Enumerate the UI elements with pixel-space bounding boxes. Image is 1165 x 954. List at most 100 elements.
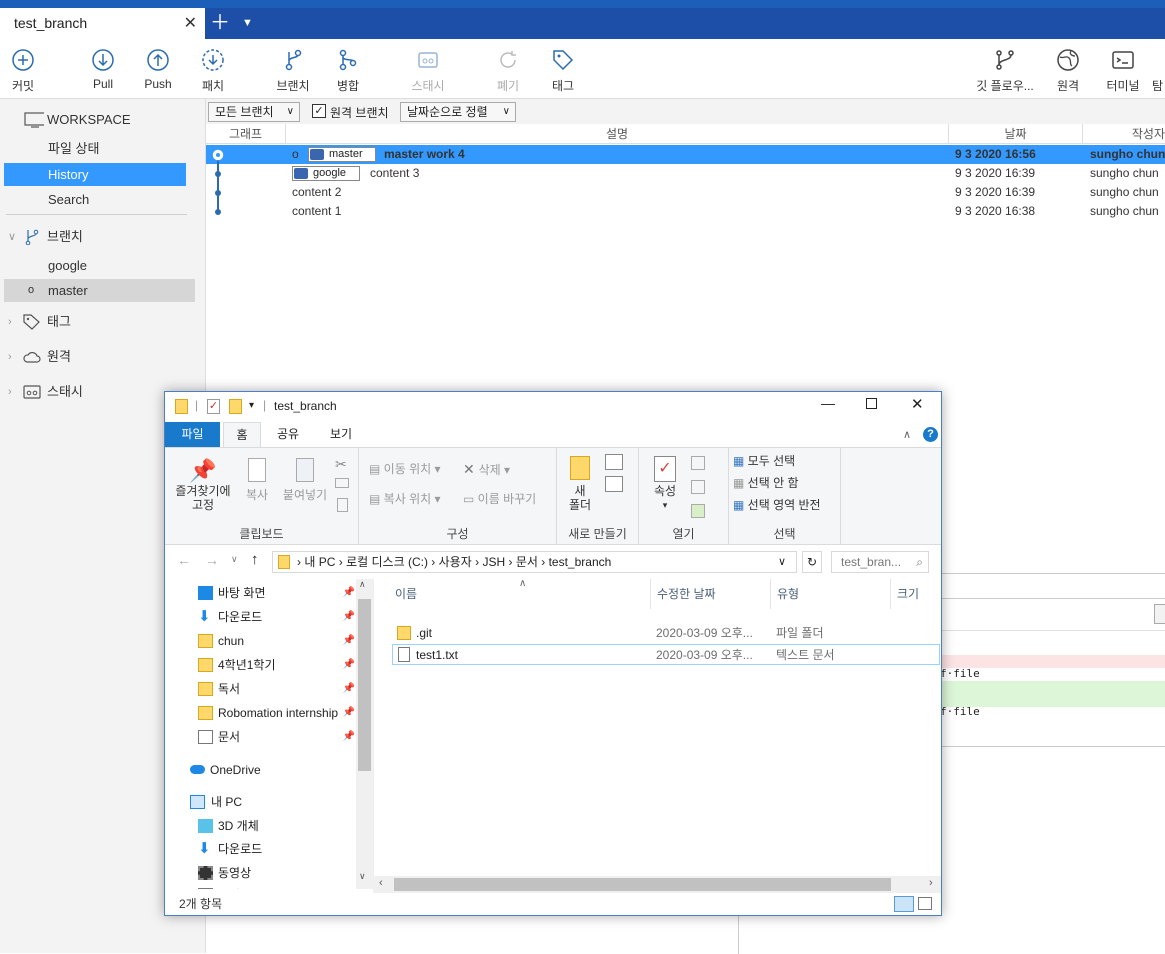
commit-button[interactable]: 커밋: [0, 39, 46, 99]
properties-quick-icon[interactable]: ✓: [207, 399, 220, 414]
navigation-scrollbar[interactable]: ∧ ∨: [356, 579, 373, 889]
patch-button[interactable]: 패치: [190, 39, 236, 99]
nav-item-videos[interactable]: 동영상: [165, 861, 357, 885]
large-icons-view-icon[interactable]: [918, 897, 932, 910]
explore-button[interactable]: 탐: [1152, 39, 1165, 99]
select-none-button[interactable]: ▦ 선택 안 함: [733, 474, 799, 492]
diff-options-button[interactable]: [1154, 604, 1165, 624]
pull-button[interactable]: Pull: [80, 39, 126, 99]
breadcrumb-item[interactable]: test_branch: [549, 555, 612, 569]
new-folder-quick-icon[interactable]: [229, 399, 242, 414]
breadcrumb-item[interactable]: JSH: [482, 555, 505, 569]
commit-row-google[interactable]: google content 3 9 3 2020 16:39 sungho c…: [206, 164, 1165, 183]
file-row[interactable]: test1.txt 2020-03-09 오후... 텍스트 문서: [392, 644, 940, 665]
file-row[interactable]: .git 2020-03-09 오후... 파일 폴더: [392, 623, 940, 644]
graph-column-header[interactable]: 그래프: [206, 124, 286, 144]
tab-dropdown-icon[interactable]: ▼: [242, 8, 253, 39]
maximize-button[interactable]: [866, 398, 877, 409]
author-column-header[interactable]: 작성자: [1083, 124, 1165, 144]
search-input[interactable]: test_bran... ⌕: [831, 551, 929, 573]
tab-share[interactable]: 공유: [268, 422, 308, 447]
sidebar-item-search[interactable]: Search: [4, 188, 186, 211]
scrollbar-thumb[interactable]: [394, 878, 891, 891]
nav-item-downloads[interactable]: ⬇ 다운로드 📌: [165, 605, 357, 629]
history-icon[interactable]: [691, 504, 705, 518]
nav-item-reading[interactable]: 독서 📌: [165, 677, 357, 701]
branch-label-master[interactable]: master: [308, 147, 376, 162]
nav-item-onedrive[interactable]: OneDrive: [165, 758, 357, 782]
name-column-header[interactable]: 이름 ∧: [389, 578, 651, 609]
easy-access-icon[interactable]: [605, 476, 623, 492]
move-to-button[interactable]: ▤ 이동 위치 ▾: [369, 460, 441, 478]
scroll-up-icon[interactable]: ∧: [359, 579, 366, 590]
discard-button[interactable]: 폐기: [485, 39, 531, 99]
nav-item-downloads-pc[interactable]: ⬇ 다운로드: [165, 837, 357, 861]
help-icon[interactable]: ?: [923, 427, 938, 442]
breadcrumb-item[interactable]: 로컬 디스크 (C:): [346, 555, 428, 569]
gitflow-button[interactable]: 깃 플로우...: [970, 39, 1040, 99]
tag-button[interactable]: 태그: [540, 39, 586, 99]
invert-selection-button[interactable]: ▦ 선택 영역 반전: [733, 496, 821, 514]
close-tab-icon[interactable]: ✕: [184, 8, 197, 39]
copy-to-button[interactable]: ▤ 복사 위치 ▾: [369, 490, 441, 508]
size-column-header[interactable]: 크기: [891, 579, 951, 609]
sidebar-item-branch-google[interactable]: google: [4, 254, 186, 277]
description-column-header[interactable]: 설명: [286, 124, 949, 144]
nav-item-this-pc[interactable]: 내 PC: [165, 790, 357, 814]
add-tab-icon[interactable]: ＋: [210, 8, 230, 39]
branch-label-google[interactable]: google: [292, 166, 360, 181]
pin-button[interactable]: 📌 즐겨찾기에 고정: [171, 458, 235, 512]
sort-dropdown[interactable]: 날짜순으로 정렬 ∨: [400, 102, 516, 122]
breadcrumb-item[interactable]: 내 PC: [304, 555, 335, 569]
branch-button[interactable]: 브랜치: [270, 39, 316, 99]
nav-item-documents[interactable]: 문서 📌: [165, 725, 357, 749]
new-folder-button[interactable]: 새 폴더: [563, 456, 597, 512]
address-dropdown-icon[interactable]: ∨: [778, 552, 786, 572]
remote-button[interactable]: 원격: [1045, 39, 1091, 99]
address-bar[interactable]: › 내 PC › 로컬 디스크 (C:) › 사용자 › JSH › 문서 › …: [272, 551, 797, 573]
remotes-header[interactable]: › 원격: [0, 344, 200, 370]
details-view-icon[interactable]: [894, 896, 914, 912]
paste-shortcut-icon[interactable]: [337, 498, 348, 512]
copy-path-icon[interactable]: [335, 478, 349, 488]
close-button[interactable]: ✕: [911, 395, 924, 413]
nav-item-chun[interactable]: chun 📌: [165, 629, 357, 653]
delete-button[interactable]: ✕ 삭제 ▾: [463, 460, 510, 479]
stash-button[interactable]: 스태시: [400, 39, 456, 99]
branch-filter-dropdown[interactable]: 모든 브랜치 ∨: [208, 102, 300, 122]
horizontal-scrollbar[interactable]: ‹ ›: [373, 876, 941, 893]
sidebar-item-history[interactable]: History: [4, 163, 186, 186]
type-column-header[interactable]: 유형: [771, 579, 891, 609]
breadcrumb-item[interactable]: 문서: [516, 555, 538, 569]
tab-home[interactable]: 홈: [223, 422, 261, 447]
quick-access-dropdown-icon[interactable]: ▾: [249, 400, 254, 411]
copy-button[interactable]: 복사: [239, 458, 275, 502]
tags-header[interactable]: › 태그: [0, 309, 200, 335]
select-all-button[interactable]: ▦ 모두 선택: [733, 452, 795, 470]
collapse-ribbon-icon[interactable]: ∧: [903, 428, 911, 441]
sidebar-item-branch-master[interactable]: o master: [4, 279, 195, 302]
modified-column-header[interactable]: 수정한 날짜: [651, 579, 771, 609]
up-arrow-icon[interactable]: ↑: [251, 551, 259, 568]
scroll-right-icon[interactable]: ›: [929, 877, 933, 889]
minimize-button[interactable]: —: [821, 395, 835, 411]
tab-view[interactable]: 보기: [320, 422, 362, 447]
forward-arrow-icon[interactable]: →: [205, 552, 219, 568]
terminal-button[interactable]: 터미널: [1100, 39, 1146, 99]
paste-button[interactable]: 붙여넣기: [279, 458, 331, 502]
scrollbar-thumb[interactable]: [358, 599, 371, 771]
edit-icon[interactable]: [691, 480, 705, 494]
merge-button[interactable]: 병합: [325, 39, 371, 99]
date-column-header[interactable]: 날짜: [949, 124, 1083, 144]
tab-file[interactable]: 파일: [165, 422, 220, 447]
commit-row-master[interactable]: o master master work 4 9 3 2020 16:56 su…: [206, 145, 1165, 164]
refresh-icon[interactable]: ↻: [802, 551, 822, 573]
back-arrow-icon[interactable]: ←: [177, 552, 191, 568]
scroll-down-icon[interactable]: ∨: [359, 871, 366, 882]
commit-row[interactable]: content 1 9 3 2020 16:38 sungho chun: [206, 202, 1165, 221]
sidebar-item-file-status[interactable]: 파일 상태: [4, 137, 186, 160]
branches-header[interactable]: ∨ 브랜치: [0, 224, 200, 250]
properties-button[interactable]: ✓ 속성 ▾: [647, 456, 683, 512]
open-icon[interactable]: [691, 456, 705, 470]
nav-item-3d-objects[interactable]: 3D 개체: [165, 814, 357, 838]
